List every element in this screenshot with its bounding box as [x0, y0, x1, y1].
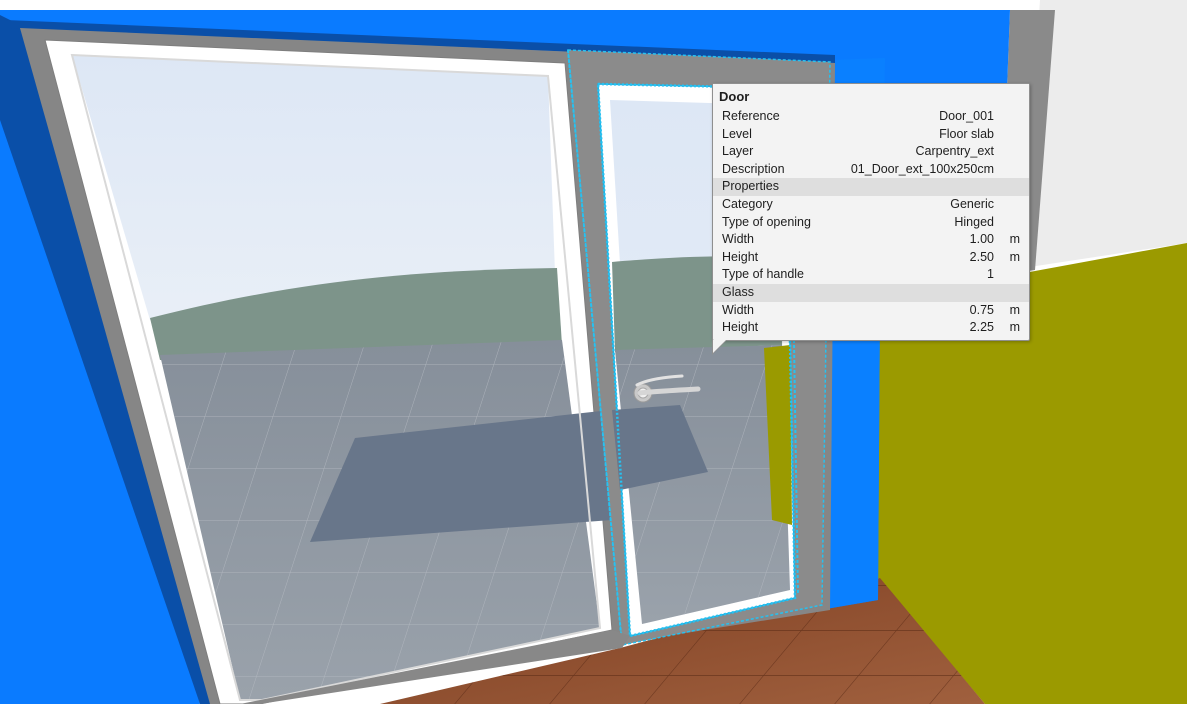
row-unit — [994, 266, 1020, 284]
row-value: 2.25 — [969, 320, 994, 335]
row-unit — [994, 196, 1020, 214]
row-label: Description — [722, 161, 785, 176]
tooltip-row: Level Floor slab — [713, 126, 1029, 144]
object-properties-tooltip: Door Reference Door_001 Level Floor slab… — [712, 83, 1030, 355]
row-value: Floor slab — [939, 126, 994, 141]
row-label: Type of opening — [722, 214, 811, 229]
tooltip-title: Door — [713, 84, 1029, 108]
row-value: 1 — [987, 267, 994, 282]
row-value: 0.75 — [969, 302, 994, 317]
tooltip-row: Category Generic — [713, 196, 1029, 214]
tooltip-row: Reference Door_001 — [713, 108, 1029, 126]
tooltip-pointer-fill — [713, 339, 726, 353]
row-unit: m — [1009, 302, 1020, 317]
row-label: Height — [722, 320, 759, 335]
row-value: Generic — [950, 196, 994, 211]
row-unit — [994, 108, 1020, 126]
tooltip-row: Layer Carpentry_ext — [713, 143, 1029, 161]
row-unit: m — [1009, 320, 1020, 335]
row-label: Reference — [722, 109, 780, 123]
tooltip-row: Type of handle 1 — [713, 266, 1029, 284]
tooltip-row: Type of opening Hinged — [713, 214, 1029, 232]
section-header-properties: Properties — [713, 178, 1029, 196]
row-label: Level — [722, 126, 752, 141]
row-value: 1.00 — [969, 232, 994, 247]
row-label: Width — [722, 302, 754, 317]
row-unit — [994, 126, 1020, 144]
tooltip-row: Description 01_Door_ext_100x250cm — [713, 161, 1029, 179]
row-unit — [994, 143, 1020, 161]
row-value: Carpentry_ext — [915, 144, 994, 159]
row-unit — [994, 214, 1020, 232]
row-label: Type of handle — [722, 267, 805, 282]
row-value: 01_Door_ext_100x250cm — [850, 161, 994, 176]
row-label: Height — [722, 249, 759, 264]
section-header-glass: Glass — [713, 283, 1029, 302]
row-value: Hinged — [954, 214, 994, 229]
tooltip-row: Height 2.50 m — [713, 249, 1029, 267]
row-label: Layer — [722, 144, 754, 159]
row-unit: m — [1009, 232, 1020, 247]
row-label: Width — [722, 232, 754, 247]
tooltip-row: Width 1.00 m — [713, 231, 1029, 249]
tooltip-row: Width 0.75 m — [713, 302, 1029, 320]
3d-viewport[interactable]: Door Reference Door_001 Level Floor slab… — [0, 0, 1187, 704]
tooltip-row: Height 2.25 m — [713, 319, 1029, 337]
row-value: 2.50 — [969, 249, 994, 264]
row-label: Category — [722, 196, 773, 211]
tooltip-body: Reference Door_001 Level Floor slab Laye… — [713, 108, 1029, 340]
top-strip — [0, 0, 1187, 10]
row-unit — [994, 161, 1020, 179]
row-unit: m — [1009, 249, 1020, 264]
row-value: Door_001 — [939, 109, 994, 123]
